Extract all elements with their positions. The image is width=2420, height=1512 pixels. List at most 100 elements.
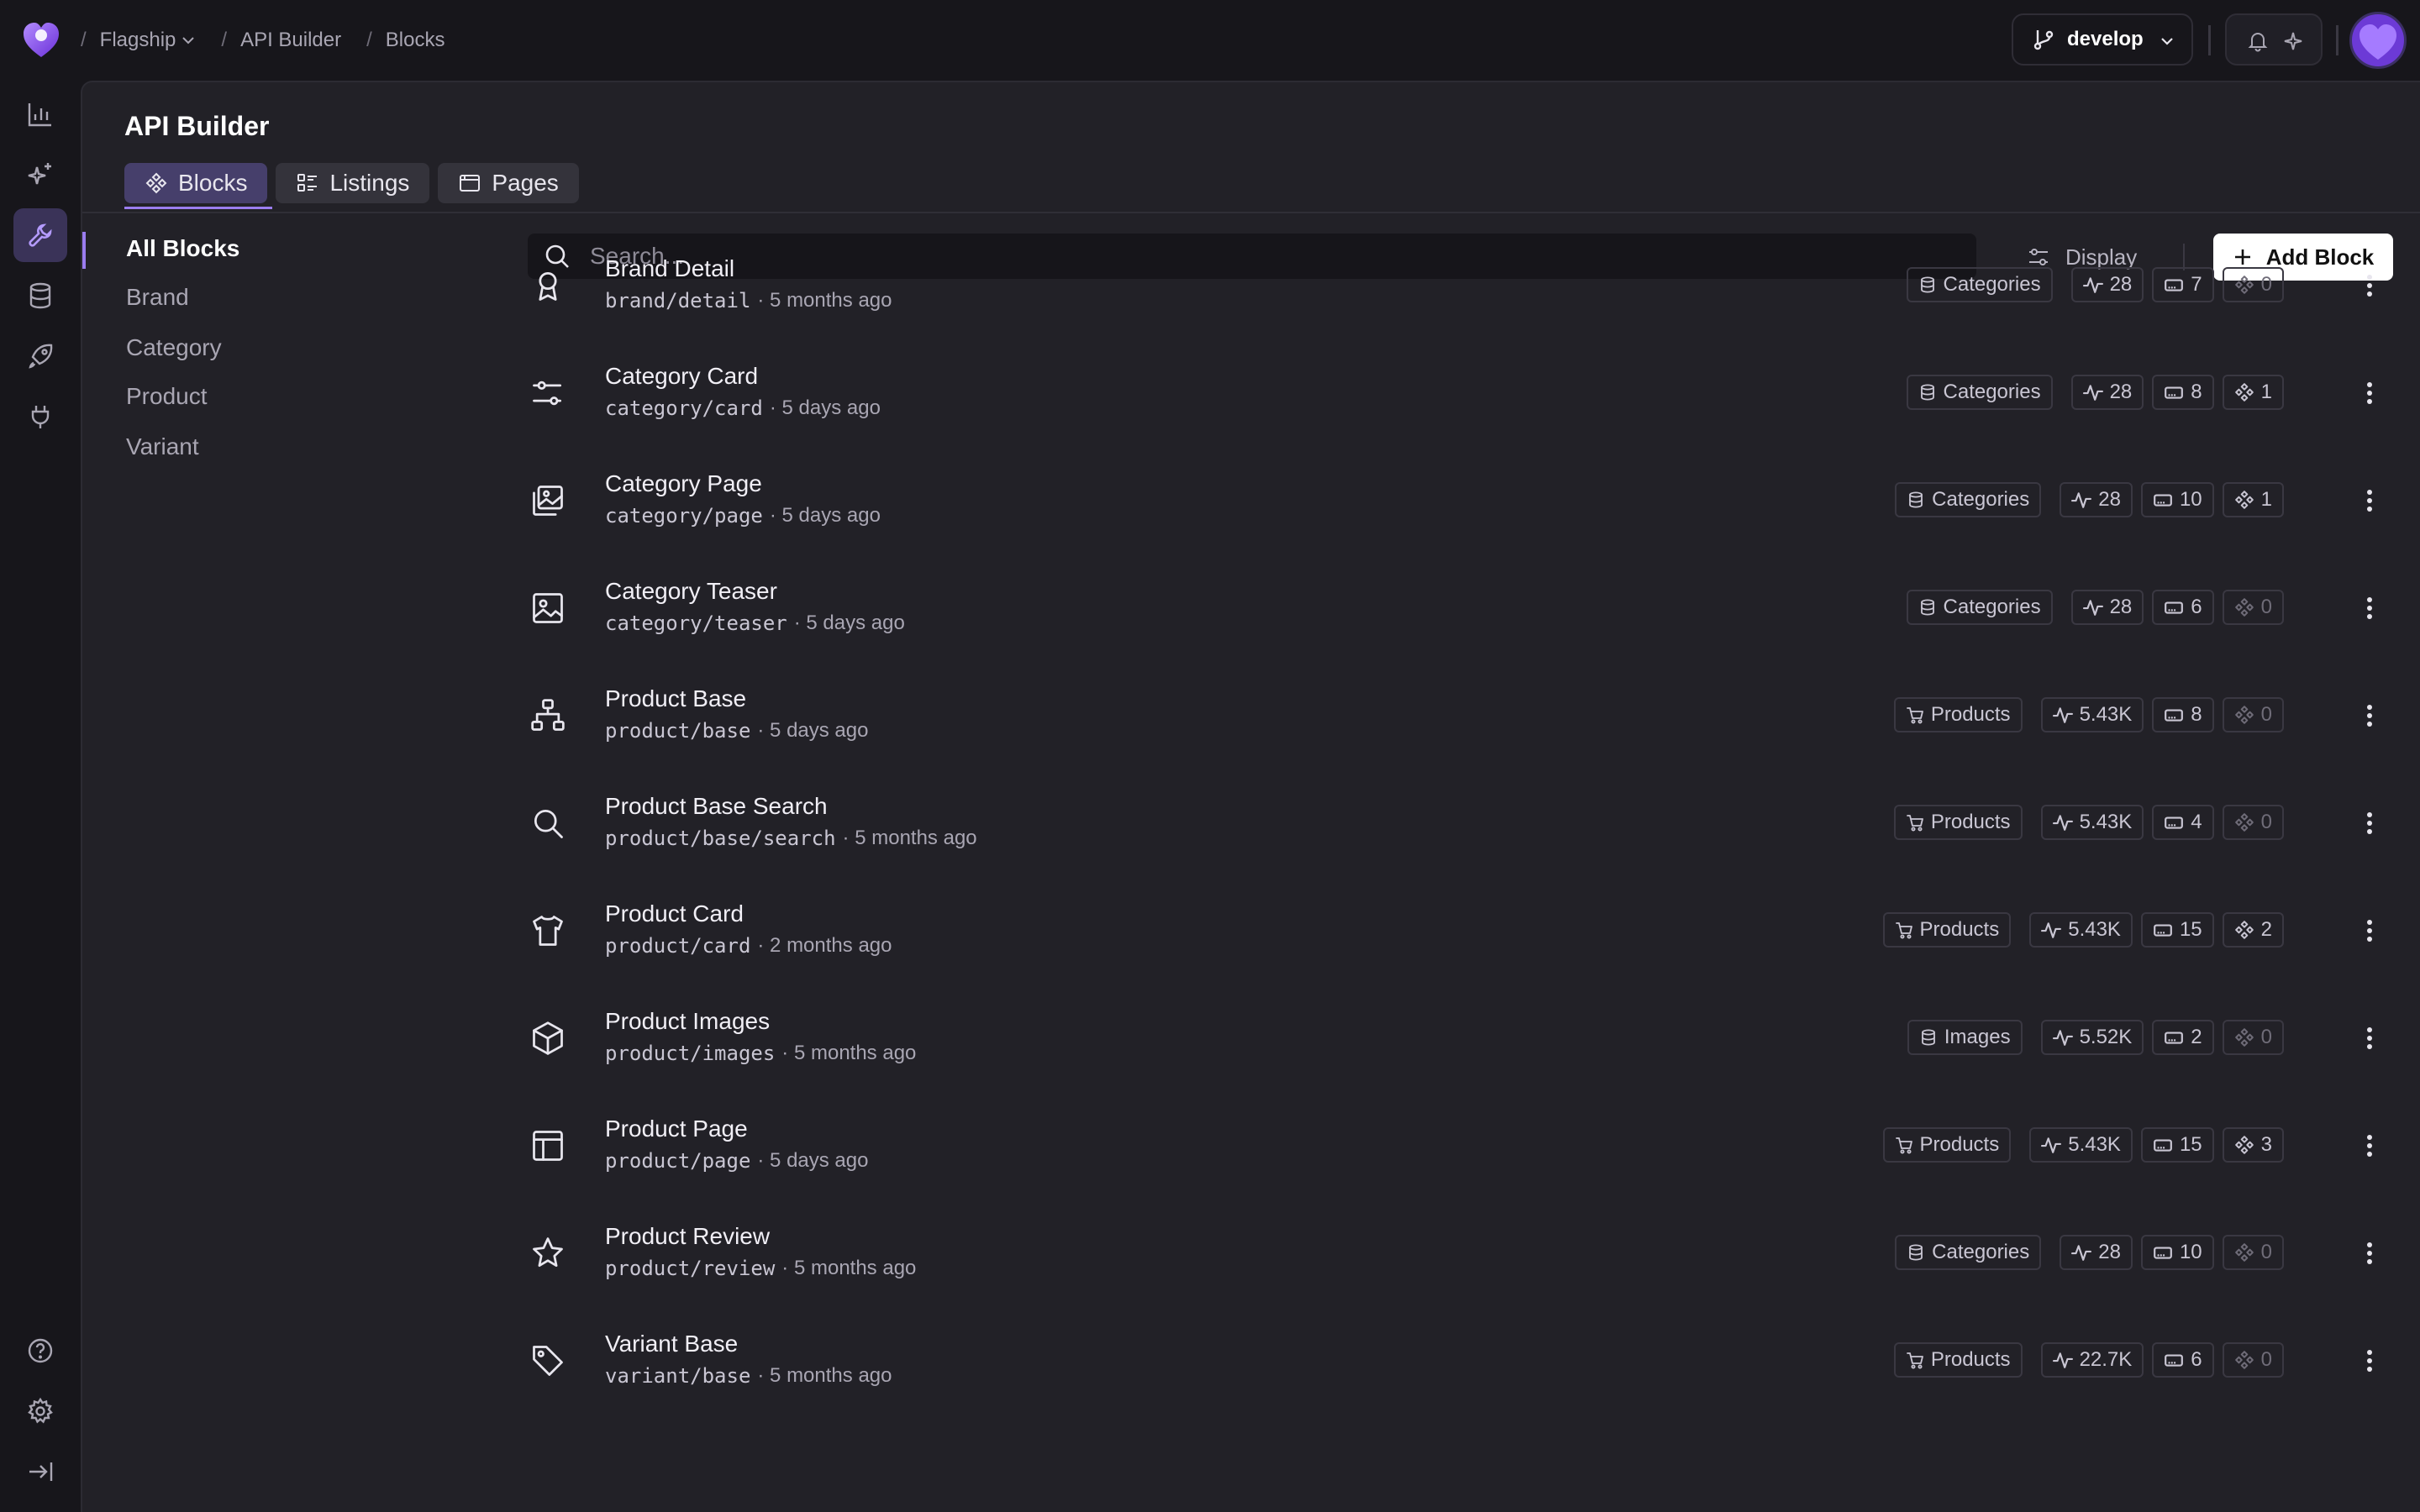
nav-database[interactable] [13, 269, 67, 323]
table-row[interactable]: Product Review product/review · 5 months… [528, 1203, 2410, 1310]
row-menu-icon[interactable] [2360, 376, 2380, 410]
source-badge[interactable]: Categories [1906, 267, 2053, 302]
source-badge[interactable]: Products [1893, 805, 2023, 840]
requests-badge[interactable]: 28 [2060, 1235, 2133, 1270]
bell-icon[interactable] [2247, 30, 2269, 52]
components-badge[interactable]: 0 [2222, 1342, 2284, 1378]
branch-selector[interactable]: develop [2012, 13, 2193, 66]
components-badge[interactable]: 0 [2222, 1020, 2284, 1055]
table-row[interactable]: Product Base product/base · 5 days ago P… [528, 665, 2410, 773]
table-row[interactable]: Category Teaser category/teaser · 5 days… [528, 558, 2410, 665]
block-name[interactable]: Product Base [605, 685, 746, 712]
row-menu-icon[interactable] [2360, 1129, 2380, 1163]
tab-pages[interactable]: Pages [438, 163, 579, 203]
block-name[interactable]: Category Teaser [605, 578, 777, 605]
requests-badge[interactable]: 28 [2070, 267, 2144, 302]
row-menu-icon[interactable] [2360, 269, 2380, 302]
requests-badge[interactable]: 22.7K [2040, 1342, 2144, 1378]
components-badge[interactable]: 3 [2222, 1127, 2284, 1163]
avatar[interactable] [2349, 12, 2407, 69]
source-badge[interactable]: Products [1893, 697, 2023, 732]
fields-badge[interactable]: 2 [2152, 1020, 2214, 1055]
row-menu-icon[interactable] [2360, 1021, 2380, 1055]
fields-badge[interactable]: 6 [2152, 590, 2214, 625]
source-badge[interactable]: Categories [1895, 482, 2042, 517]
fields-badge[interactable]: 10 [2140, 1235, 2214, 1270]
components-badge[interactable]: 1 [2222, 375, 2284, 410]
nav-deploy[interactable] [13, 329, 67, 383]
table-row[interactable]: Product Page product/page · 5 days ago P… [528, 1095, 2410, 1203]
source-badge[interactable]: Images [1907, 1020, 2023, 1055]
nav-ai[interactable] [13, 148, 67, 202]
components-badge[interactable]: 0 [2222, 697, 2284, 732]
block-name[interactable]: Brand Detail [605, 255, 734, 282]
block-name[interactable]: Variant Base [605, 1331, 738, 1357]
source-badge[interactable]: Categories [1906, 590, 2053, 625]
table-row[interactable]: Category Card category/card · 5 days ago… [528, 343, 2410, 450]
requests-badge[interactable]: 5.52K [2040, 1020, 2144, 1055]
requests-badge[interactable]: 28 [2070, 590, 2144, 625]
source-badge[interactable]: Products [1893, 1342, 2023, 1378]
block-name[interactable]: Product Images [605, 1008, 770, 1035]
row-menu-icon[interactable] [2360, 484, 2380, 517]
table-row[interactable]: Category Page category/page · 5 days ago… [528, 450, 2410, 558]
fields-badge[interactable]: 7 [2152, 267, 2214, 302]
fields-badge[interactable]: 8 [2152, 375, 2214, 410]
source-badge[interactable]: Categories [1895, 1235, 2042, 1270]
components-badge[interactable]: 0 [2222, 805, 2284, 840]
block-name[interactable]: Category Page [605, 470, 762, 497]
source-badge[interactable]: Categories [1906, 375, 2053, 410]
requests-badge[interactable]: 5.43K [2029, 1127, 2133, 1163]
table-row[interactable]: Product Images product/images · 5 months… [528, 988, 2410, 1095]
row-menu-icon[interactable] [2360, 914, 2380, 948]
subnav-item-brand[interactable]: Brand [126, 284, 189, 311]
block-name[interactable]: Category Card [605, 363, 758, 390]
row-menu-icon[interactable] [2360, 1236, 2380, 1270]
row-menu-icon[interactable] [2360, 699, 2380, 732]
subnav-item-product[interactable]: Product [126, 383, 208, 410]
block-name[interactable]: Product Review [605, 1223, 770, 1250]
fields-badge[interactable]: 6 [2152, 1342, 2214, 1378]
sparkle-icon[interactable] [2282, 30, 2304, 52]
nav-integrations[interactable] [13, 390, 67, 444]
nav-api-builder[interactable] [13, 208, 67, 262]
table-row[interactable]: Variant Base variant/base · 5 months ago… [528, 1310, 2410, 1418]
table-row[interactable]: Brand Detail brand/detail · 5 months ago… [528, 235, 2410, 343]
components-badge[interactable]: 0 [2222, 1235, 2284, 1270]
nav-settings[interactable] [13, 1384, 67, 1438]
table-row[interactable]: Product Card product/card · 2 months ago… [528, 880, 2410, 988]
fields-badge[interactable]: 15 [2140, 912, 2214, 948]
subnav-item-category[interactable]: Category [126, 334, 222, 361]
subnav-item-variant[interactable]: Variant [126, 433, 199, 460]
fields-badge[interactable]: 15 [2140, 1127, 2214, 1163]
tab-listings[interactable]: Listings [276, 163, 430, 203]
row-menu-icon[interactable] [2360, 806, 2380, 840]
components-badge[interactable]: 0 [2222, 267, 2284, 302]
source-badge[interactable]: Products [1882, 1127, 2012, 1163]
block-name[interactable]: Product Card [605, 900, 744, 927]
components-badge[interactable]: 1 [2222, 482, 2284, 517]
nav-collapse[interactable] [13, 1445, 67, 1499]
breadcrumb-api-builder[interactable]: API Builder [240, 29, 341, 52]
fields-badge[interactable]: 10 [2140, 482, 2214, 517]
row-menu-icon[interactable] [2360, 1344, 2380, 1378]
requests-badge[interactable]: 5.43K [2029, 912, 2133, 948]
block-name[interactable]: Product Page [605, 1116, 748, 1142]
fields-badge[interactable]: 8 [2152, 697, 2214, 732]
app-logo-icon[interactable] [20, 18, 62, 60]
breadcrumb-blocks[interactable]: Blocks [386, 29, 445, 52]
table-row[interactable]: Product Base Search product/base/search … [528, 773, 2410, 880]
components-badge[interactable]: 0 [2222, 590, 2284, 625]
fields-badge[interactable]: 4 [2152, 805, 2214, 840]
requests-badge[interactable]: 28 [2070, 375, 2144, 410]
components-badge[interactable]: 2 [2222, 912, 2284, 948]
subnav-item-all-blocks[interactable]: All Blocks [126, 235, 239, 262]
block-name[interactable]: Product Base Search [605, 793, 828, 820]
nav-help[interactable] [13, 1324, 67, 1378]
requests-badge[interactable]: 5.43K [2040, 805, 2144, 840]
requests-badge[interactable]: 28 [2060, 482, 2133, 517]
source-badge[interactable]: Products [1882, 912, 2012, 948]
row-menu-icon[interactable] [2360, 591, 2380, 625]
requests-badge[interactable]: 5.43K [2040, 697, 2144, 732]
tab-blocks[interactable]: Blocks [124, 163, 268, 203]
